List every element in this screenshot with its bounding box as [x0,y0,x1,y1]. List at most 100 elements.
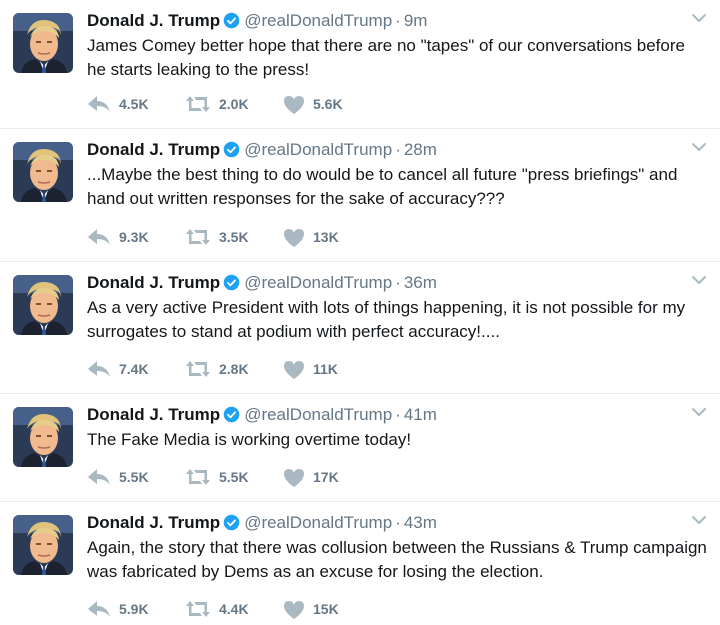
heart-icon [284,468,304,487]
verified-badge-icon [223,514,240,531]
reply-count: 4.5K [119,96,149,112]
reply-icon [88,469,110,485]
reply-button[interactable]: 5.5K [87,468,185,486]
reply-count: 7.4K [119,361,149,377]
separator-dot: · [395,405,401,424]
reply-button[interactable]: 4.5K [87,95,185,113]
timestamp[interactable]: 9m [404,11,428,30]
avatar[interactable] [13,13,73,73]
heart-icon [284,600,304,619]
timestamp[interactable]: 41m [404,405,437,424]
like-count: 5.6K [313,96,343,112]
retweet-icon [186,361,210,377]
timestamp[interactable]: 28m [404,140,437,159]
retweet-button[interactable]: 2.0K [185,95,283,113]
heart-icon [284,95,304,114]
tweet-actions: 4.5K 2.0K 5.6K [87,93,381,115]
verified-badge-icon [223,274,240,291]
verified-badge-icon [223,12,240,29]
like-button[interactable]: 13K [283,228,381,247]
chevron-down-icon[interactable] [691,406,707,418]
reply-count: 5.5K [119,469,149,485]
retweet-button[interactable]: 2.8K [185,360,283,378]
user-handle[interactable]: @realDonaldTrump [244,273,392,292]
reply-icon [88,96,110,112]
tweet-timeline: Donald J. Trump @realDonaldTrump · 9m James… [0,0,720,625]
timestamp[interactable]: 43m [404,513,437,532]
tweet[interactable]: Donald J. Trump @realDonaldTrump · 28m ...M… [0,129,720,262]
tweet-text: ...Maybe the best thing to do would be t… [87,165,678,208]
retweet-icon [186,229,210,245]
user-handle[interactable]: @realDonaldTrump [244,11,392,30]
retweet-icon [186,601,210,617]
tweet-text: As a very active President with lots of … [87,298,686,341]
like-count: 13K [313,229,339,245]
chevron-down-icon[interactable] [691,141,707,153]
retweet-button[interactable]: 3.5K [185,228,283,246]
tweet-header: Donald J. Trump @realDonaldTrump · 9m [87,10,427,32]
heart-icon [284,360,304,379]
tweet[interactable]: Donald J. Trump @realDonaldTrump · 43m Agai… [0,502,720,625]
tweet-header: Donald J. Trump @realDonaldTrump · 43m [87,512,437,534]
user-handle[interactable]: @realDonaldTrump [244,405,392,424]
retweet-icon [186,469,210,485]
tweet[interactable]: Donald J. Trump @realDonaldTrump · 9m James… [0,0,720,129]
tweet-header: Donald J. Trump @realDonaldTrump · 41m [87,404,437,426]
chevron-down-icon[interactable] [691,514,707,526]
like-count: 11K [313,361,338,377]
separator-dot: · [395,140,401,159]
user-name[interactable]: Donald J. Trump [87,513,220,532]
reply-button[interactable]: 5.9K [87,600,185,618]
reply-count: 5.9K [119,601,149,617]
like-button[interactable]: 5.6K [283,95,381,114]
tweet-text: James Comey better hope that there are n… [87,36,685,79]
avatar[interactable] [13,275,73,335]
verified-badge-icon [223,406,240,423]
tweet-text: The Fake Media is working overtime today… [87,430,412,449]
like-button[interactable]: 17K [283,468,381,487]
retweet-count: 5.5K [219,469,249,485]
chevron-down-icon[interactable] [691,274,707,286]
reply-count: 9.3K [119,229,149,245]
tweet-text: Again, the story that there was collusio… [87,538,707,581]
heart-icon [284,228,304,247]
reply-icon [88,361,110,377]
verified-badge-icon [223,141,240,158]
reply-icon [88,229,110,245]
user-name[interactable]: Donald J. Trump [87,140,220,159]
user-name[interactable]: Donald J. Trump [87,11,220,30]
retweet-count: 4.4K [219,601,249,617]
avatar[interactable] [13,515,73,575]
reply-button[interactable]: 7.4K [87,360,185,378]
like-button[interactable]: 11K [283,360,381,379]
reply-button[interactable]: 9.3K [87,228,185,246]
timestamp[interactable]: 36m [404,273,437,292]
retweet-button[interactable]: 5.5K [185,468,283,486]
user-handle[interactable]: @realDonaldTrump [244,513,392,532]
avatar[interactable] [13,407,73,467]
separator-dot: · [395,11,401,30]
avatar[interactable] [13,142,73,202]
retweet-count: 2.8K [219,361,249,377]
chevron-down-icon[interactable] [691,12,707,24]
like-count: 15K [313,601,339,617]
separator-dot: · [395,513,401,532]
like-count: 17K [313,469,339,485]
tweet[interactable]: Donald J. Trump @realDonaldTrump · 36m As a… [0,262,720,394]
separator-dot: · [395,273,401,292]
tweet-actions: 7.4K 2.8K 11K [87,358,381,380]
tweet-actions: 5.9K 4.4K 15K [87,598,381,620]
tweet-header: Donald J. Trump @realDonaldTrump · 36m [87,272,437,294]
retweet-count: 3.5K [219,229,249,245]
reply-icon [88,601,110,617]
tweet-actions: 5.5K 5.5K 17K [87,466,381,488]
tweet-actions: 9.3K 3.5K 13K [87,226,381,248]
retweet-button[interactable]: 4.4K [185,600,283,618]
tweet[interactable]: Donald J. Trump @realDonaldTrump · 41m The … [0,394,720,502]
user-handle[interactable]: @realDonaldTrump [244,140,392,159]
like-button[interactable]: 15K [283,600,381,619]
user-name[interactable]: Donald J. Trump [87,405,220,424]
tweet-header: Donald J. Trump @realDonaldTrump · 28m [87,139,437,161]
retweet-icon [186,96,210,112]
user-name[interactable]: Donald J. Trump [87,273,220,292]
